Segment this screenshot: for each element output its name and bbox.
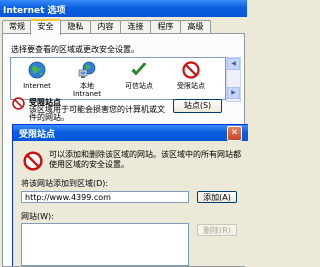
internet-options-titlebar: Internet 选项 [0,0,247,17]
tab-security[interactable]: 安全 [30,19,61,35]
zone-intranet[interactable]: 本地 Intranet [63,61,111,98]
zone-prompt: 选择要查看的区域或更改安全设置。 [11,45,139,54]
add-site-label: 将该网站添加到区域(D): [21,179,109,188]
dialog-titlebar: 受限站点 ✕ [13,125,248,141]
dialog-message: 可以添加和删除该区域的网站。该区域中的所有网站都使用区域的安全设置。 [49,150,241,169]
zone-label: 可信站点 [125,82,153,90]
zone-trusted[interactable]: 可信站点 [115,61,163,90]
intranet-icon [78,61,96,78]
remove-button[interactable]: 删除(R) [197,224,237,236]
zone-scrollbar[interactable]: ◀ ▶ [226,57,241,102]
tab-connections[interactable]: 连接 [120,20,151,33]
add-site-input[interactable]: http://www.4399.com [21,191,189,203]
add-button[interactable]: 添加(A) [197,191,237,203]
checkmark-icon [131,62,147,76]
tab-privacy[interactable]: 隐私 [60,20,91,33]
tab-content[interactable]: 内容 [90,20,121,33]
restricted-sites-dialog: 受限站点 ✕ 可以添加和删除该区域的网站。该区域中的所有网站都使用区域的安全设置… [12,124,248,266]
restricted-icon [182,61,200,79]
sites-button[interactable]: 站点(S) [173,99,222,113]
zone-label: 受限站点 [177,82,205,90]
tab-strip: 常规 安全 隐私 内容 连接 程序 高级 [2,19,245,35]
zone-restricted[interactable]: 受限站点 [167,61,215,90]
tab-general[interactable]: 常规 [2,20,32,33]
restricted-dialog-icon [23,151,43,171]
zone-list: Internet 本地 Intranet 可信站点 受限站点 [10,57,226,100]
scroll-right-arrow-icon[interactable]: ▶ [227,87,240,99]
globe-icon [28,61,46,79]
scroll-left-arrow-icon[interactable]: ◀ [227,58,240,70]
websites-label: 网站(W): [21,212,54,221]
selected-zone-description: 该区域用于可能会损害您的计算机或文件的网站。 [29,105,165,122]
restricted-small-icon [12,97,25,110]
zone-internet[interactable]: Internet [13,61,61,90]
websites-list[interactable] [21,223,189,266]
tab-programs[interactable]: 程序 [150,20,181,33]
zone-label: Internet [23,82,51,90]
close-icon[interactable]: ✕ [227,126,242,141]
dialog-title: 受限站点 [19,130,56,140]
tab-advanced[interactable]: 高级 [180,20,211,33]
zone-label: 本地 Intranet [73,82,101,98]
window-title: Internet 选项 [3,6,66,16]
